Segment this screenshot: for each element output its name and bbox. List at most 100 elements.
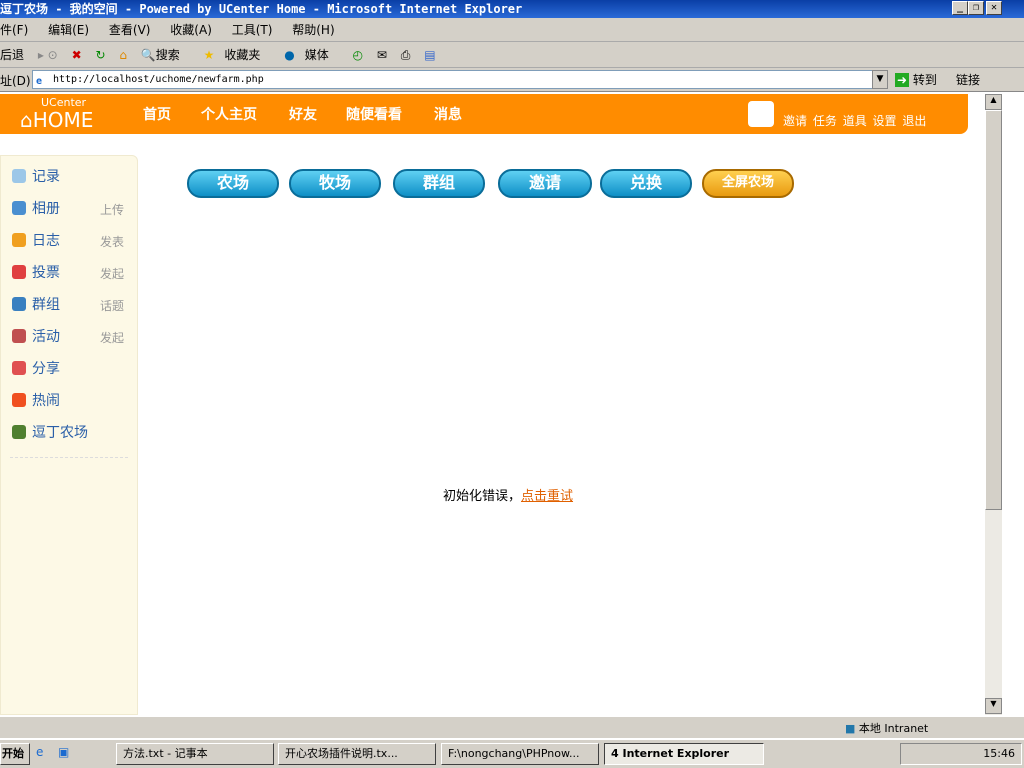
window-title-bar: 逗丁农场 - 我的空间 - Powered by UCenter Home - … — [0, 0, 1024, 18]
vertical-scrollbar[interactable]: ▲ ▼ — [985, 94, 1002, 715]
sidebar-item-action[interactable]: 发起 — [100, 265, 124, 282]
start-button[interactable]: 开始 — [0, 743, 30, 765]
url-dropdown-button[interactable]: ▼ — [872, 70, 888, 89]
nav-browse[interactable]: 随便看看 — [346, 104, 402, 124]
sidebar-item[interactable]: 逗丁农场 — [12, 422, 126, 442]
sidebar-item[interactable]: 记录 — [12, 166, 126, 186]
sidebar-item-icon — [12, 169, 26, 183]
sidebar-item[interactable]: 投票 发起 — [12, 262, 126, 282]
menu-edit[interactable]: 编辑(E) — [48, 23, 89, 37]
forward-icon[interactable]: ▸ ⊙ — [38, 48, 58, 62]
ranch-button[interactable]: 牧场 — [289, 169, 381, 198]
address-label: 址(D) — [0, 74, 31, 88]
url-text: http://localhost/uchome/newfarm.php — [53, 74, 264, 85]
logo-main: HOME — [32, 108, 94, 132]
sidebar-item-label: 记录 — [32, 169, 60, 185]
home-icon[interactable]: ⌂ — [119, 48, 127, 62]
taskbar-item-notepad[interactable]: 方法.txt - 记事本 — [116, 743, 274, 765]
link-invite[interactable]: 邀请 — [783, 114, 807, 128]
exchange-button[interactable]: 兑换 — [600, 169, 692, 198]
media-button[interactable]: ● 媒体 — [284, 48, 339, 62]
sidebar-item-label: 热闹 — [32, 393, 60, 409]
system-tray: 15:46 — [900, 743, 1022, 765]
ie-page-icon: e — [36, 76, 43, 87]
sidebar-item-icon — [12, 361, 26, 375]
ie-quicklaunch-icon[interactable]: e — [36, 745, 43, 759]
edit-icon[interactable]: ▤ — [424, 48, 435, 62]
nav-profile[interactable]: 个人主页 — [201, 104, 257, 124]
close-button[interactable]: ✕ — [986, 1, 1002, 15]
mail-icon[interactable]: ✉ — [377, 48, 387, 62]
go-label: 转到 — [912, 73, 937, 87]
menu-bar: 件(F) 编辑(E) 查看(V) 收藏(A) 工具(T) 帮助(H) — [0, 18, 1024, 42]
go-button[interactable]: ➜ 转到 — [895, 71, 937, 89]
link-tasks[interactable]: 任务 — [813, 114, 837, 128]
menu-tools[interactable]: 工具(T) — [232, 23, 273, 37]
menu-favorites[interactable]: 收藏(A) — [170, 23, 212, 37]
taskbar: 开始 e ▣ 方法.txt - 记事本 开心农场插件说明.tx... F:\no… — [0, 739, 1024, 768]
sidebar-item-icon — [12, 297, 26, 311]
sidebar-item-icon — [12, 233, 26, 247]
error-message: 初始化错误，点击重试 — [443, 485, 573, 504]
address-bar: 址(D) e http://localhost/uchome/newfarm.p… — [0, 68, 1024, 92]
sidebar-item-action[interactable]: 发表 — [100, 233, 124, 250]
scroll-thumb[interactable] — [985, 110, 1002, 510]
nav-messages[interactable]: 消息 — [434, 104, 462, 124]
favorites-button[interactable]: ★ 收藏夹 — [204, 48, 271, 62]
menu-view[interactable]: 查看(V) — [109, 23, 151, 37]
restore-button[interactable]: ❐ — [968, 1, 984, 15]
taskbar-item-doc[interactable]: 开心农场插件说明.tx... — [278, 743, 436, 765]
sidebar-item[interactable]: 活动 发起 — [12, 326, 126, 346]
sidebar-item-label: 投票 — [32, 265, 60, 281]
window-title: 逗丁农场 - 我的空间 - Powered by UCenter Home - … — [0, 2, 523, 16]
stop-icon[interactable]: ✖ — [72, 48, 82, 62]
sidebar-item-label: 相册 — [32, 201, 60, 217]
taskbar-item-ie-group[interactable]: 4 Internet Explorer — [604, 743, 764, 765]
home-icon: ⌂ — [20, 108, 33, 132]
sidebar-item-icon — [12, 393, 26, 407]
sidebar-item-label: 活动 — [32, 329, 60, 345]
sidebar-item-action[interactable]: 上传 — [100, 201, 124, 218]
menu-help[interactable]: 帮助(H) — [292, 23, 334, 37]
history-icon[interactable]: ◴ — [353, 48, 363, 62]
user-avatar[interactable]: ☺ — [748, 101, 774, 127]
sidebar-item[interactable]: 群组 话题 — [12, 294, 126, 314]
intranet-icon: ■ — [845, 722, 856, 735]
sidebar-item-label: 分享 — [32, 361, 60, 377]
invite-button[interactable]: 邀请 — [498, 169, 592, 198]
group-button[interactable]: 群组 — [393, 169, 485, 198]
sidebar-item-action[interactable]: 发起 — [100, 329, 124, 346]
farm-button[interactable]: 农场 — [187, 169, 279, 198]
fullscreen-farm-button[interactable]: 全屏农场 — [702, 169, 794, 198]
link-settings[interactable]: 设置 — [873, 114, 897, 128]
sidebar-item[interactable]: 热闹 — [12, 390, 126, 410]
sidebar-item[interactable]: 分享 — [12, 358, 126, 378]
scroll-up-button[interactable]: ▲ — [985, 94, 1002, 110]
links-button[interactable]: 链接 — [956, 71, 980, 89]
sidebar-item[interactable]: 相册 上传 — [12, 198, 126, 218]
favorites-label: 收藏夹 — [224, 48, 261, 62]
search-label: 搜索 — [155, 48, 180, 62]
nav-home[interactable]: 首页 — [143, 104, 171, 124]
nav-friends[interactable]: 好友 — [289, 104, 317, 124]
sidebar-item-icon — [12, 201, 26, 215]
scroll-down-button[interactable]: ▼ — [985, 698, 1002, 714]
search-button[interactable]: 🔍搜索 — [141, 48, 190, 62]
refresh-icon[interactable]: ↻ — [95, 48, 105, 62]
link-logout[interactable]: 退出 — [902, 114, 926, 128]
taskbar-item-folder[interactable]: F:\nongchang\PHPnow... — [441, 743, 599, 765]
link-props[interactable]: 道具 — [843, 114, 867, 128]
menu-file[interactable]: 件(F) — [0, 23, 28, 37]
media-label: 媒体 — [304, 48, 329, 62]
error-text: 初始化错误， — [443, 489, 522, 504]
minimize-button[interactable]: _ — [952, 1, 968, 15]
clock: 15:46 — [983, 747, 1015, 760]
back-button[interactable]: 后退 — [0, 48, 24, 62]
sidebar-item-action[interactable]: 话题 — [100, 297, 124, 314]
retry-link[interactable]: 点击重试 — [521, 489, 573, 504]
url-input[interactable]: e http://localhost/uchome/newfarm.php — [32, 70, 888, 89]
desktop-quicklaunch-icon[interactable]: ▣ — [58, 745, 69, 759]
site-logo[interactable]: UCenter ⌂HOME — [20, 96, 93, 131]
print-icon[interactable]: ⎙ — [401, 48, 411, 62]
sidebar-item[interactable]: 日志 发表 — [12, 230, 126, 250]
